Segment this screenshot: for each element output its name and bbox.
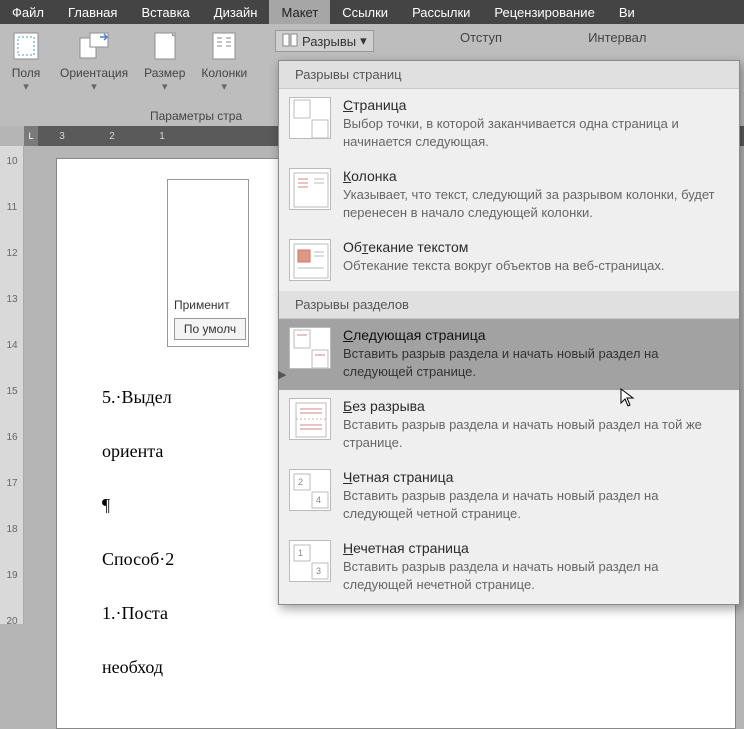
even-page-break-icon: 24: [289, 469, 331, 511]
orientation-icon: [76, 28, 112, 64]
ruler-tick: 2: [102, 126, 122, 146]
page-setup-dialog-fragment: Применит По умолч: [167, 179, 249, 347]
section-breaks-header: Разрывы разделов: [279, 291, 739, 319]
ruler-tick: 3: [52, 126, 72, 146]
breaks-label: Разрывы: [302, 34, 356, 49]
item-desc: Обтекание текста вокруг объектов на веб-…: [343, 257, 725, 275]
submenu-chevron-icon: ▶: [278, 368, 286, 381]
breaks-dropdown: Разрывы страниц Страница Выбор точки, в …: [278, 60, 740, 605]
item-desc: Вставить разрыв раздела и начать новый р…: [343, 416, 725, 451]
break-even-page[interactable]: 24 Четная страница Вставить разрыв разде…: [279, 461, 739, 532]
svg-text:4: 4: [316, 495, 321, 505]
vertical-ruler[interactable]: 10 11 12 13 14 15 16 17 18 19 20: [0, 146, 24, 624]
orientation-label: Ориентация: [60, 66, 128, 80]
item-title: Следующая страница: [343, 327, 725, 343]
breaks-icon: [282, 33, 298, 50]
page-break-icon: [289, 97, 331, 139]
menu-file[interactable]: Файл: [0, 0, 56, 24]
item-desc: Указывает, что текст, следующий за разры…: [343, 186, 725, 221]
break-odd-page[interactable]: 13 Нечетная страница Вставить разрыв раз…: [279, 532, 739, 603]
item-desc: Вставить разрыв раздела и начать новый р…: [343, 558, 725, 593]
svg-text:2: 2: [298, 477, 303, 487]
ruler-tick: 13: [0, 294, 24, 305]
break-continuous[interactable]: Без разрыва Вставить разрыв раздела и на…: [279, 390, 739, 461]
columns-icon: [206, 28, 242, 64]
menu-bar: Файл Главная Вставка Дизайн Макет Ссылки…: [0, 0, 744, 24]
break-page[interactable]: Страница Выбор точки, в которой заканчив…: [279, 89, 739, 160]
columns-label: Колонки: [201, 66, 247, 80]
ruler-tick: 10: [0, 156, 24, 167]
ruler-tick: 16: [0, 432, 24, 443]
svg-text:3: 3: [316, 566, 321, 576]
apply-label: Применит: [174, 298, 242, 312]
page-setup-group-label: Параметры стра: [0, 106, 248, 126]
item-desc: Выбор точки, в которой заканчивается одн…: [343, 115, 725, 150]
indent-label: Отступ: [460, 30, 502, 45]
menu-review[interactable]: Рецензирование: [482, 0, 606, 24]
menu-layout[interactable]: Макет: [269, 0, 330, 24]
page-breaks-header: Разрывы страниц: [279, 61, 739, 89]
dropdown-caret-icon: ▾: [222, 80, 228, 93]
next-page-break-icon: [289, 327, 331, 369]
break-column[interactable]: Колонка Указывает, что текст, следующий …: [279, 160, 739, 231]
menu-home[interactable]: Главная: [56, 0, 129, 24]
size-label: Размер: [144, 66, 185, 80]
margins-icon: [8, 28, 44, 64]
ruler-tick: 14: [0, 340, 24, 351]
svg-text:1: 1: [298, 548, 303, 558]
item-title: Четная страница: [343, 469, 725, 485]
ruler-tick: 17: [0, 478, 24, 489]
menu-insert[interactable]: Вставка: [129, 0, 201, 24]
continuous-break-icon: [289, 398, 331, 440]
mouse-cursor-icon: [620, 388, 636, 411]
dropdown-caret-icon: ▾: [360, 33, 367, 49]
menu-design[interactable]: Дизайн: [202, 0, 270, 24]
item-title: Без разрыва: [343, 398, 725, 414]
break-text-wrap[interactable]: Обтекание текстом Обтекание текста вокру…: [279, 231, 739, 291]
text-wrap-break-icon: [289, 239, 331, 281]
interval-label: Интервал: [588, 30, 646, 45]
item-title: Колонка: [343, 168, 725, 184]
ruler-tick: 19: [0, 570, 24, 581]
menu-mailings[interactable]: Рассылки: [400, 0, 482, 24]
menu-references[interactable]: Ссылки: [330, 0, 400, 24]
size-icon: [147, 28, 183, 64]
item-title: Обтекание текстом: [343, 239, 725, 255]
ruler-tick: 18: [0, 524, 24, 535]
tab-stop-selector[interactable]: L: [24, 126, 38, 146]
dropdown-caret-icon: ▾: [91, 80, 97, 93]
dropdown-caret-icon: ▾: [23, 80, 29, 93]
ruler-tick: 12: [0, 248, 24, 259]
odd-page-break-icon: 13: [289, 540, 331, 582]
ruler-tick: 20: [0, 616, 24, 627]
ruler-tick: 15: [0, 386, 24, 397]
menu-view[interactable]: Ви: [607, 0, 647, 24]
column-break-icon: [289, 168, 331, 210]
item-desc: Вставить разрыв раздела и начать новый р…: [343, 487, 725, 522]
margins-label: Поля: [12, 66, 41, 80]
item-title: Нечетная страница: [343, 540, 725, 556]
ribbon-right-labels: Отступ Интервал: [460, 30, 646, 45]
default-button[interactable]: По умолч: [174, 318, 246, 340]
breaks-button[interactable]: Разрывы ▾: [275, 30, 374, 52]
item-title: Страница: [343, 97, 725, 113]
ruler-tick: 1: [152, 126, 172, 146]
dropdown-caret-icon: ▾: [162, 80, 168, 93]
item-desc: Вставить разрыв раздела и начать новый р…: [343, 345, 725, 380]
break-next-page[interactable]: Следующая страница Вставить разрыв разде…: [279, 319, 739, 390]
ruler-tick: 11: [0, 202, 24, 213]
